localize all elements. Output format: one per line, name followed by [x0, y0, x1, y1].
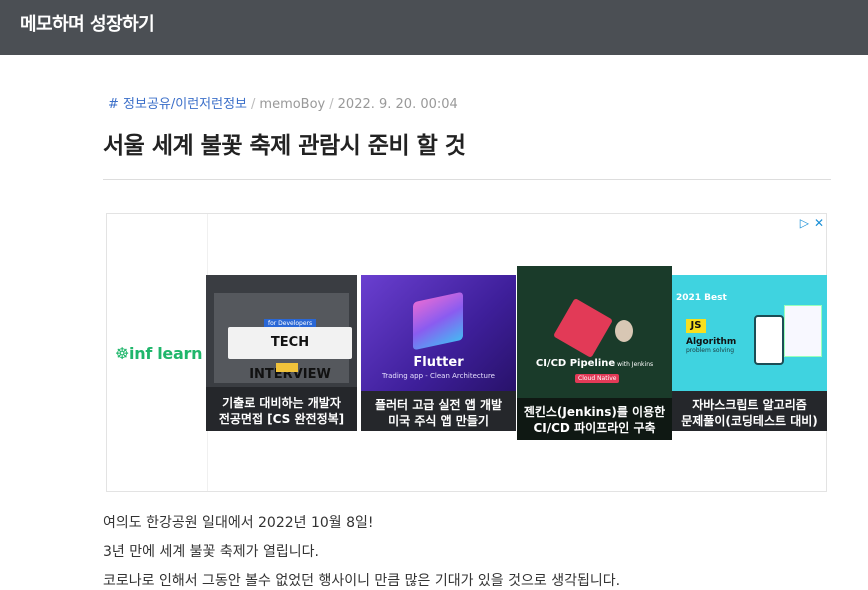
thumb-subtitle: Trading app - Clean Architecture: [381, 372, 495, 380]
thumb-badge: Cloud Native: [575, 374, 620, 383]
jenkins-icon: [615, 320, 633, 342]
ad-card-caption-line1: 플러터 고급 실전 앱 개발: [374, 398, 503, 412]
js-icon: JS: [686, 319, 706, 333]
thumb-title: Flutter: [413, 355, 464, 370]
post-body-paragraph: 3년 만에 세계 불꽃 축제가 열립니다.: [103, 544, 319, 560]
ad-card-js-algorithm[interactable]: 2021 Best JS Algorithm problem solving 자…: [672, 275, 827, 431]
thumb-year-badge: 2021 Best: [676, 293, 727, 303]
post-author[interactable]: memoBoy: [259, 97, 325, 112]
ad-card-thumbnail: CI/CD Pipeline with Jenkins Cloud Native: [517, 266, 672, 398]
ad-card-tech-interview[interactable]: for Developers TECH INTERVIEW 기출로 대비하는 개…: [206, 275, 357, 431]
meta-separator: /: [329, 97, 334, 112]
meta-separator: /: [251, 97, 256, 112]
ad-card-caption-line1: 젠킨스(Jenkins)를 이용한: [523, 405, 666, 419]
site-title[interactable]: 메모하며 성장하기: [20, 10, 155, 36]
ad-card-caption-line2: CI/CD 파이프라인 구축: [533, 421, 656, 435]
ad-brand-panel[interactable]: ☸inf learn: [107, 214, 208, 491]
ad-close-icon[interactable]: ✕: [814, 216, 824, 230]
adchoices-play-icon[interactable]: ▷: [800, 216, 809, 230]
ad-card-caption-line2: 미국 주식 앱 만들기: [388, 414, 489, 428]
ad-card-thumbnail: 2021 Best JS Algorithm problem solving: [672, 275, 827, 391]
ad-card-caption-line2: 전공면접 [CS 완전정복]: [218, 412, 345, 426]
top-bar: 메모하며 성장하기: [0, 0, 868, 55]
ad-card-flutter[interactable]: Flutter Trading app - Clean Architecture…: [361, 275, 516, 431]
post-body-paragraph: 코로나로 인해서 그동안 볼수 없었던 행사이니 만큼 많은 기대가 있을 것으…: [103, 573, 621, 589]
phone-icon: [754, 315, 784, 365]
post-date: 2022. 9. 20. 00:04: [337, 97, 458, 112]
ad-card-caption-line2: 문제풀이(코딩테스트 대비): [681, 414, 818, 428]
ad-card-jenkins[interactable]: CI/CD Pipeline with Jenkins Cloud Native …: [517, 266, 672, 440]
post-title: 서울 세계 불꽃 축제 관람시 준비 할 것: [103, 133, 466, 159]
thumb-title: Algorithm: [686, 337, 737, 347]
ad-card-caption-line1: 기출로 대비하는 개발자: [222, 396, 341, 410]
flutter-graphic-icon: [413, 291, 463, 351]
ad-card-thumbnail: for Developers TECH INTERVIEW: [206, 275, 357, 387]
inflearn-logo[interactable]: ☸inf learn: [115, 344, 202, 363]
thumb-subtitle: problem solving: [686, 347, 735, 354]
post-body-paragraph: 여의도 한강공원 일대에서 2022년 10월 8일!: [103, 515, 374, 531]
thumb-title: CI/CD Pipeline with Jenkins: [535, 358, 654, 369]
thumb-title: TECH INTERVIEW: [228, 327, 352, 382]
board-icon: [784, 305, 822, 357]
pipeline-graphic-icon: [552, 297, 614, 359]
post-meta: # 정보공유/이런저런정보 / memoBoy/2022. 9. 20. 00:04: [108, 93, 458, 112]
sticky-note-icon: [276, 363, 298, 372]
title-divider: [103, 179, 831, 180]
ad-card-thumbnail: Flutter Trading app - Clean Architecture: [361, 275, 516, 391]
post-category-link[interactable]: # 정보공유/이런저런정보: [108, 97, 247, 112]
ad-card-caption-line1: 자바스크립트 알고리즘: [692, 398, 807, 412]
adchoices[interactable]: ▷ ✕: [795, 216, 824, 230]
